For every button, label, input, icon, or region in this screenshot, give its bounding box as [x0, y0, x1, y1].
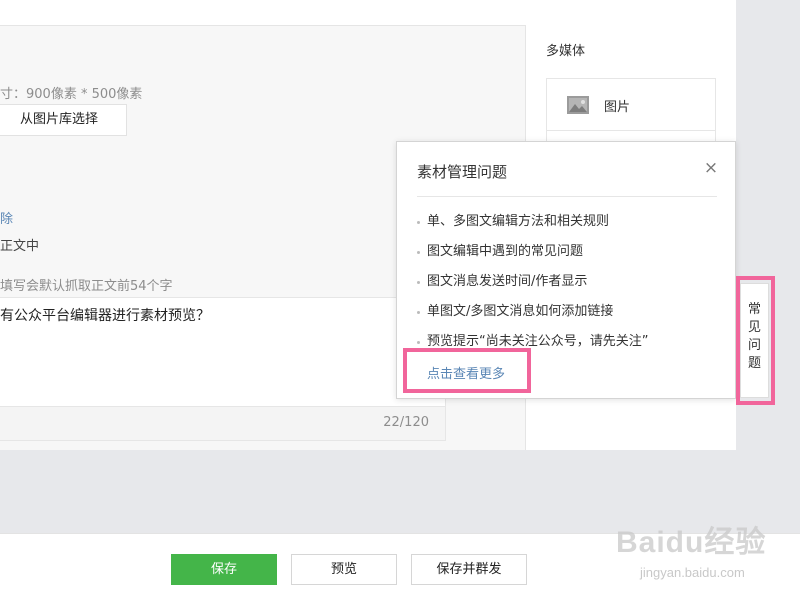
- editor-topbar: [0, 0, 526, 26]
- save-and-send-button[interactable]: 保存并群发: [411, 554, 527, 585]
- media-item-image-label: 图片: [604, 100, 631, 115]
- faq-item[interactable]: 单图文/多图文消息如何添加链接: [417, 302, 648, 332]
- popup-title: 素材管理问题: [417, 163, 508, 181]
- digest-text: 有公众平台编辑器进行素材预览？: [0, 308, 210, 324]
- multimedia-title: 多媒体: [546, 44, 586, 59]
- image-icon: [567, 96, 589, 118]
- media-item-image[interactable]: 图片: [547, 79, 715, 131]
- baidu-watermark-url: jingyan.baidu.com: [640, 565, 745, 580]
- faq-item[interactable]: 图文编辑中遇到的常见问题: [417, 242, 648, 272]
- choose-from-library-button[interactable]: 从图片库选择: [0, 104, 127, 136]
- digest-textarea[interactable]: 有公众平台编辑器进行素材预览？: [0, 297, 446, 407]
- popup-divider: [417, 196, 717, 197]
- digest-char-count: 22/120: [383, 415, 429, 430]
- view-more-highlight-box: [403, 348, 531, 393]
- show-cover-in-body-label[interactable]: 正文中: [0, 235, 39, 254]
- side-tab-highlight-box: [736, 276, 775, 405]
- digest-counter-bar: 22/120: [0, 407, 446, 441]
- save-button[interactable]: 保存: [171, 554, 277, 585]
- digest-hint: 填写会默认抓取正文前54个字: [0, 279, 173, 294]
- faq-list: 单、多图文编辑方法和相关规则 图文编辑中遇到的常见问题 图文消息发送时间/作者显…: [417, 212, 648, 362]
- faq-item[interactable]: 单、多图文编辑方法和相关规则: [417, 212, 648, 242]
- faq-item[interactable]: 图文消息发送时间/作者显示: [417, 272, 648, 302]
- preview-button[interactable]: 预览: [291, 554, 397, 585]
- baidu-watermark-logo: Baidu经验: [616, 526, 767, 559]
- delete-cover-link[interactable]: 除: [0, 208, 13, 227]
- cover-size-hint: 寸：900像素 * 500像素: [0, 87, 143, 102]
- close-icon[interactable]: ×: [703, 160, 719, 177]
